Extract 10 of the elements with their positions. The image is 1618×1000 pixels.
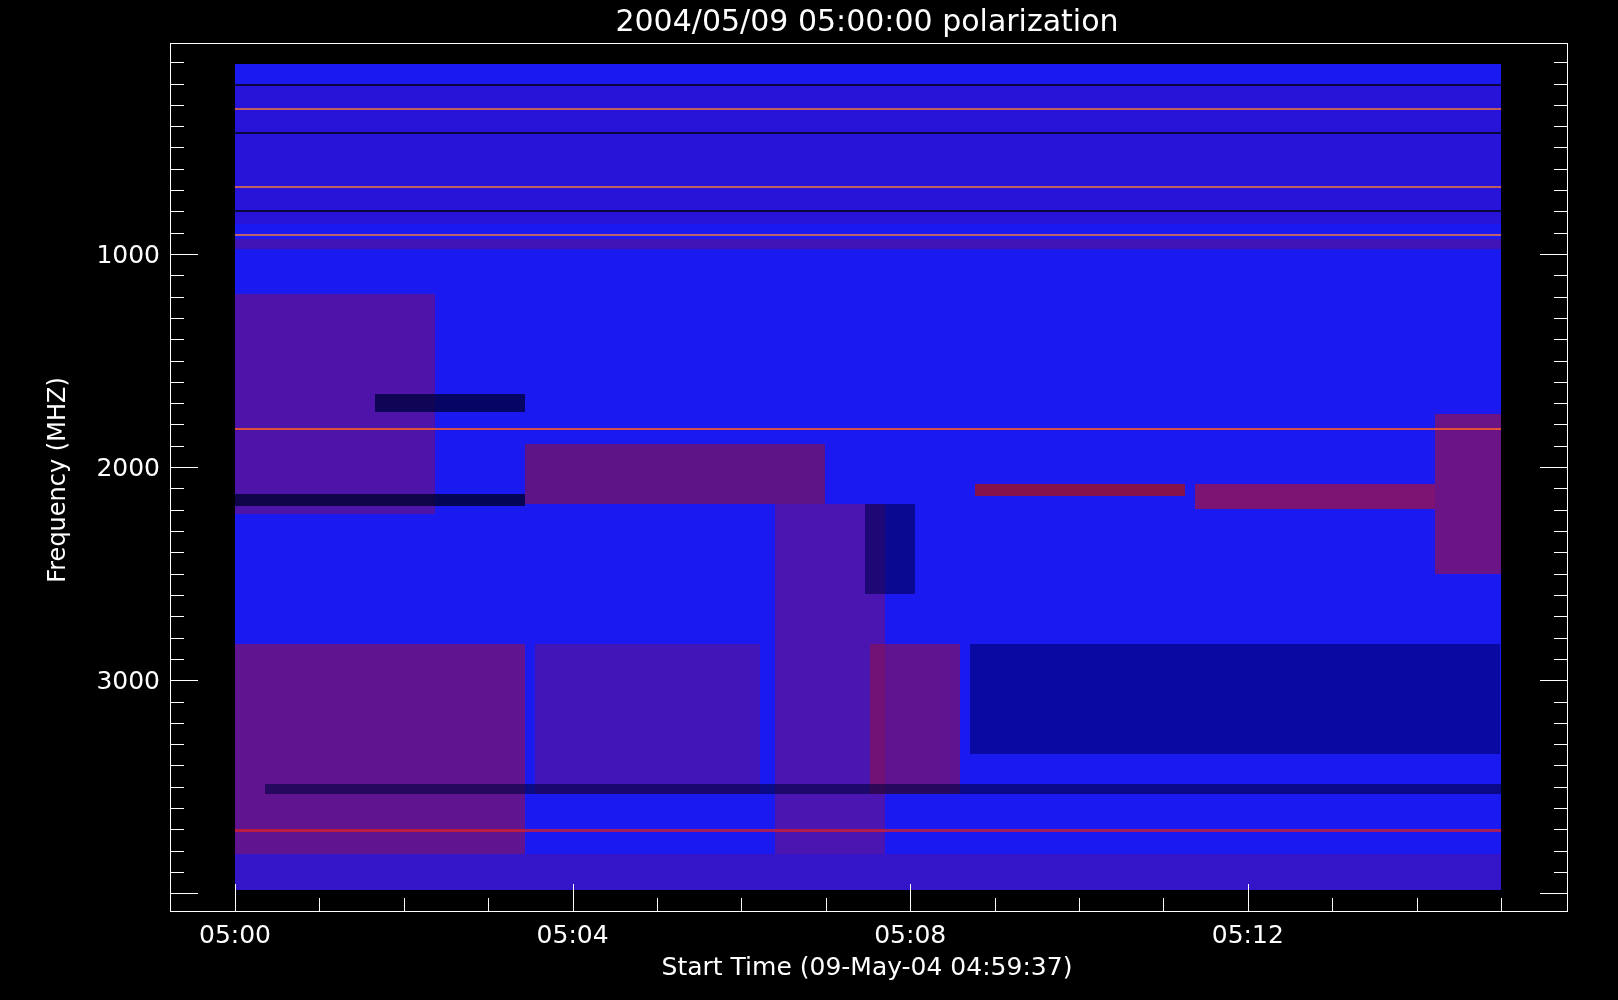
x-axis-label: Start Time (09-May-04 04:59:37) [661, 954, 1073, 979]
y-tick-label: 1000 [95, 241, 160, 267]
x-tick-label: 05:04 [536, 922, 609, 947]
y-tick-label: 2000 [95, 454, 160, 480]
x-tick-label: 05:12 [1211, 922, 1284, 947]
y-axis-label: Frequency (MHZ) [45, 377, 69, 583]
x-tick-label: 05:08 [874, 922, 947, 947]
plot-title: 2004/05/09 05:00:00 polarization [615, 6, 1119, 36]
y-tick-label: 3000 [95, 667, 160, 693]
x-tick-label: 05:00 [199, 922, 271, 947]
